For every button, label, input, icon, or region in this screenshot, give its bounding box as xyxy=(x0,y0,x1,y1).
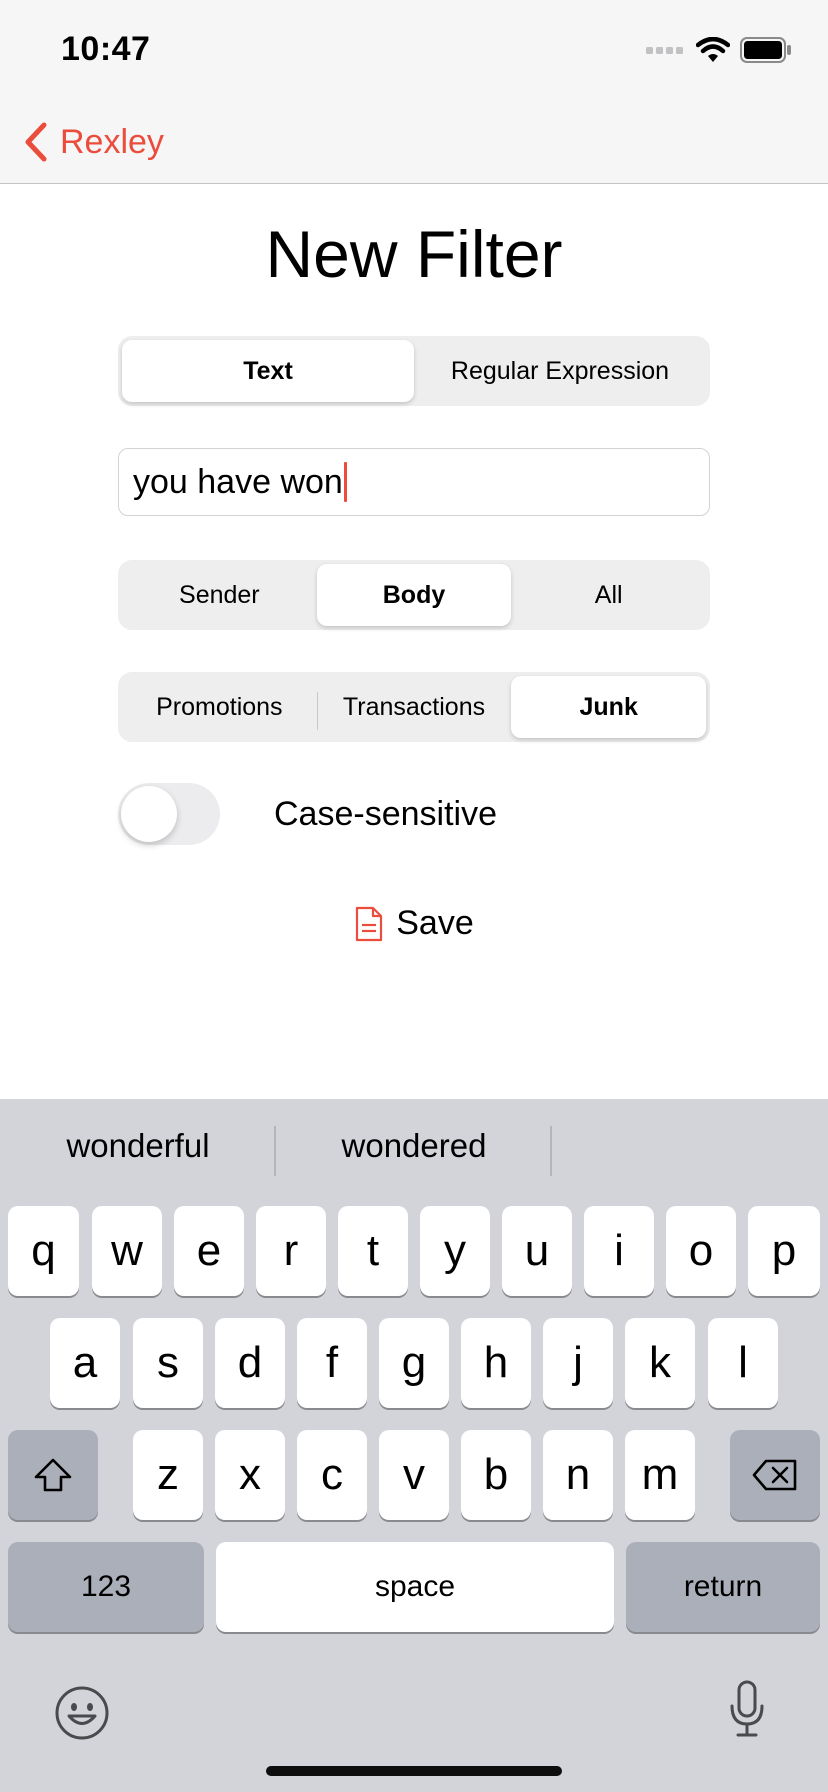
key-y[interactable]: y xyxy=(420,1206,490,1296)
match-field-control: Sender Body All xyxy=(118,560,710,630)
suggestion-divider xyxy=(550,1126,552,1176)
key-h[interactable]: h xyxy=(461,1318,531,1408)
key-r[interactable]: r xyxy=(256,1206,326,1296)
delete-key[interactable] xyxy=(730,1430,820,1520)
segment-junk[interactable]: Junk xyxy=(511,676,707,738)
segment-transactions[interactable]: Transactions xyxy=(316,676,512,738)
match-type-control: Text Regular Expression xyxy=(118,336,710,406)
emoji-button[interactable] xyxy=(54,1685,110,1746)
status-icons xyxy=(646,36,792,64)
segment-all[interactable]: All xyxy=(511,564,706,626)
key-p[interactable]: p xyxy=(748,1206,820,1296)
key-s[interactable]: s xyxy=(133,1318,203,1408)
key-v[interactable]: v xyxy=(379,1430,449,1520)
segment-text[interactable]: Text xyxy=(122,340,414,402)
dictation-button[interactable] xyxy=(728,1680,766,1743)
key-e[interactable]: e xyxy=(174,1206,244,1296)
key-m[interactable]: m xyxy=(625,1430,695,1520)
key-l[interactable]: l xyxy=(708,1318,778,1408)
case-sensitive-label: Case-sensitive xyxy=(274,794,497,833)
suggestion-bar: wonderful wondered xyxy=(0,1099,828,1203)
category-control: Promotions Transactions Junk xyxy=(118,672,710,742)
key-o[interactable]: o xyxy=(666,1206,736,1296)
key-g[interactable]: g xyxy=(379,1318,449,1408)
key-d[interactable]: d xyxy=(215,1318,285,1408)
key-f[interactable]: f xyxy=(297,1318,367,1408)
case-sensitive-row: Case-sensitive xyxy=(118,783,497,845)
space-key[interactable]: space xyxy=(216,1542,614,1632)
shift-icon xyxy=(34,1458,72,1492)
cellular-signal-icon xyxy=(646,47,683,54)
document-icon xyxy=(356,906,383,941)
segment-regular-expression[interactable]: Regular Expression xyxy=(414,340,706,402)
wifi-icon xyxy=(696,37,730,62)
key-x[interactable]: x xyxy=(215,1430,285,1520)
navigation-bar: Rexley xyxy=(0,100,828,184)
text-cursor xyxy=(343,462,347,502)
back-button[interactable]: Rexley xyxy=(24,118,164,166)
home-indicator[interactable] xyxy=(266,1766,562,1776)
suggestion-2[interactable]: wondered xyxy=(276,1127,552,1165)
key-n[interactable]: n xyxy=(543,1430,613,1520)
shift-key[interactable] xyxy=(8,1430,98,1520)
numbers-key[interactable]: 123 xyxy=(8,1542,204,1632)
key-b[interactable]: b xyxy=(461,1430,531,1520)
segment-sender[interactable]: Sender xyxy=(122,564,317,626)
key-z[interactable]: z xyxy=(133,1430,203,1520)
return-key[interactable]: return xyxy=(626,1542,820,1632)
key-k[interactable]: k xyxy=(625,1318,695,1408)
page-title: New Filter xyxy=(265,217,563,291)
save-button[interactable]: Save xyxy=(0,904,828,943)
key-u[interactable]: u xyxy=(502,1206,572,1296)
key-c[interactable]: c xyxy=(297,1430,367,1520)
key-t[interactable]: t xyxy=(338,1206,408,1296)
save-label: Save xyxy=(396,904,474,942)
filter-text-value: you have won xyxy=(133,462,343,501)
segment-body[interactable]: Body xyxy=(316,564,512,626)
filter-text-input[interactable]: you have won xyxy=(118,448,710,516)
battery-icon xyxy=(740,37,791,63)
toggle-knob xyxy=(121,786,177,842)
key-i[interactable]: i xyxy=(584,1206,654,1296)
segment-promotions[interactable]: Promotions xyxy=(122,676,317,738)
suggestion-1[interactable]: wonderful xyxy=(0,1127,276,1165)
key-j[interactable]: j xyxy=(543,1318,613,1408)
suggestion-divider xyxy=(274,1126,276,1176)
key-a[interactable]: a xyxy=(50,1318,120,1408)
key-w[interactable]: w xyxy=(92,1206,162,1296)
key-q[interactable]: q xyxy=(8,1206,79,1296)
back-label: Rexley xyxy=(60,122,164,161)
emoji-icon xyxy=(55,1686,109,1740)
case-sensitive-toggle[interactable] xyxy=(118,783,220,845)
status-bar: 10:47 xyxy=(0,0,828,100)
status-time: 10:47 xyxy=(61,30,151,68)
chevron-left-icon xyxy=(25,122,47,162)
delete-backward-icon xyxy=(752,1459,797,1491)
microphone-icon xyxy=(730,1680,764,1737)
